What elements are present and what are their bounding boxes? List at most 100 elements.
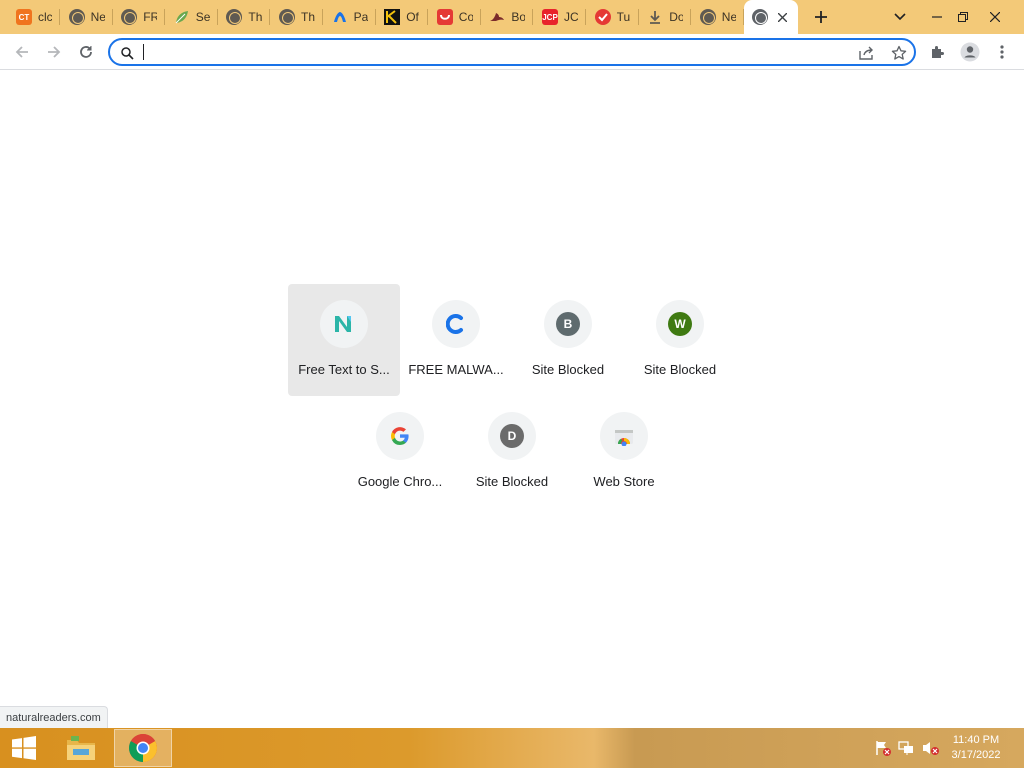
- share-icon[interactable]: [856, 42, 878, 64]
- tab-title: JC: [564, 10, 578, 24]
- network-icon[interactable]: [898, 740, 916, 756]
- close-window-button[interactable]: [980, 0, 1010, 34]
- k-logo-icon: [384, 9, 401, 25]
- file-explorer-icon: [67, 736, 95, 760]
- shortcut-icon-circle: B: [544, 300, 592, 348]
- shortcut-icon-circle: [600, 412, 648, 460]
- windows-logo-icon: [12, 736, 36, 760]
- cc-logo-icon: [436, 9, 453, 25]
- text-cursor: [143, 44, 144, 60]
- tab[interactable]: Of: [376, 0, 429, 34]
- globe-icon: [699, 9, 716, 25]
- new-tab-button[interactable]: [806, 0, 836, 34]
- globe-icon: [121, 9, 138, 25]
- tab[interactable]: Pa: [324, 0, 376, 34]
- minimize-button[interactable]: [924, 0, 950, 34]
- restore-button[interactable]: [950, 0, 976, 34]
- tab-title: clc: [38, 10, 52, 24]
- tab-strip: CT clc Ne FR Se Th Th Pa Of Co Bo JCP JC Tu Do Ne: [0, 0, 1024, 34]
- back-button[interactable]: [8, 38, 36, 66]
- start-button[interactable]: [0, 728, 48, 768]
- address-input[interactable]: [142, 43, 842, 61]
- shortcut-label: Site Blocked: [531, 362, 605, 377]
- tab[interactable]: Ne: [61, 0, 113, 34]
- favicon-text: CT: [18, 12, 30, 22]
- menu-button[interactable]: [988, 38, 1016, 66]
- web-store-icon: [613, 426, 635, 446]
- arrow-left-icon: [15, 46, 28, 58]
- tab[interactable]: Th: [271, 0, 323, 34]
- shortcut-tile[interactable]: D Site Blocked: [456, 396, 568, 508]
- shortcut-label: Site Blocked: [475, 474, 549, 489]
- tab-title: Ne: [721, 10, 736, 24]
- clock-date: 3/17/2022: [951, 749, 1001, 761]
- tab[interactable]: Bo: [481, 0, 534, 34]
- jcp-logo-icon: JCP: [542, 9, 558, 25]
- extensions-button[interactable]: [924, 38, 952, 66]
- tab[interactable]: Tu: [587, 0, 639, 34]
- tab[interactable]: CT clc: [8, 0, 60, 34]
- chrome-taskbar-button[interactable]: [114, 729, 172, 767]
- omnibox[interactable]: [108, 38, 916, 66]
- status-url-bubble: naturalreaders.com: [0, 706, 108, 728]
- tab-title: Ne: [90, 10, 105, 24]
- shortcut-label: Free Text to S...: [298, 362, 390, 377]
- c-logo-icon: [446, 314, 466, 334]
- volume-muted-icon[interactable]: [922, 740, 940, 756]
- system-clock[interactable]: 11:40 PM 3/17/2022: [946, 733, 1006, 763]
- shortcut-label: FREE MALWA...: [408, 362, 504, 377]
- letter-avatar-icon: W: [668, 312, 692, 336]
- reload-button[interactable]: [72, 38, 100, 66]
- arrow-right-icon: [48, 46, 61, 58]
- tab[interactable]: Ne: [692, 0, 744, 34]
- globe-icon: [226, 9, 243, 25]
- shortcut-tile[interactable]: W Site Blocked: [624, 284, 736, 396]
- tab-title: Co: [458, 10, 473, 24]
- tab-title: Of: [406, 10, 419, 24]
- minimize-icon: [932, 16, 942, 18]
- tab[interactable]: Th: [218, 0, 271, 34]
- shortcut-tile[interactable]: FREE MALWA...: [400, 284, 512, 396]
- action-center-flag-icon[interactable]: [874, 740, 892, 756]
- globe-icon: [68, 9, 85, 25]
- tab[interactable]: FR: [113, 0, 166, 34]
- favicon-text: JCP: [542, 12, 558, 22]
- reload-icon: [80, 46, 92, 58]
- naturalreaders-icon: [333, 314, 355, 334]
- tab-close-button[interactable]: [777, 10, 788, 25]
- tab[interactable]: Do: [639, 0, 692, 34]
- avatar-icon: [960, 42, 980, 62]
- shortcut-tile[interactable]: Web Store: [568, 396, 680, 508]
- file-explorer-button[interactable]: [52, 729, 110, 767]
- shortcut-icon-circle: W: [656, 300, 704, 348]
- tab-title: Tu: [616, 10, 631, 24]
- tab[interactable]: Se: [166, 0, 218, 34]
- shortcut-icon-circle: [376, 412, 424, 460]
- clock-time: 11:40 PM: [952, 734, 1000, 746]
- shortcut-icon-circle: D: [488, 412, 536, 460]
- ct-logo-icon: CT: [16, 9, 32, 25]
- pa-logo-icon: [332, 9, 348, 25]
- kebab-menu-icon: [1000, 45, 1004, 59]
- shortcut-label: Web Store: [593, 474, 655, 489]
- search-icon: [116, 42, 138, 64]
- letter-avatar-icon: D: [500, 424, 524, 448]
- globe-icon: [752, 9, 769, 25]
- profile-button[interactable]: [956, 38, 984, 66]
- shortcut-tile[interactable]: B Site Blocked: [512, 284, 624, 396]
- tab-title: Do: [669, 10, 684, 24]
- forward-button[interactable]: [40, 38, 68, 66]
- restore-icon: [958, 12, 968, 22]
- bookmark-star-icon[interactable]: [888, 42, 910, 64]
- tab-active[interactable]: [744, 0, 799, 34]
- tab[interactable]: JCP JC: [534, 0, 586, 34]
- tab[interactable]: Co: [429, 0, 481, 34]
- close-icon: [777, 12, 788, 22]
- tab-search-button[interactable]: [886, 0, 914, 34]
- shortcut-tile[interactable]: Google Chro...: [344, 396, 456, 508]
- browser-toolbar: [0, 34, 1024, 70]
- bird-icon: [489, 9, 505, 25]
- tab-title: Bo: [511, 10, 526, 24]
- download-icon: [647, 9, 663, 25]
- shortcut-tile[interactable]: Free Text to S...: [288, 284, 400, 396]
